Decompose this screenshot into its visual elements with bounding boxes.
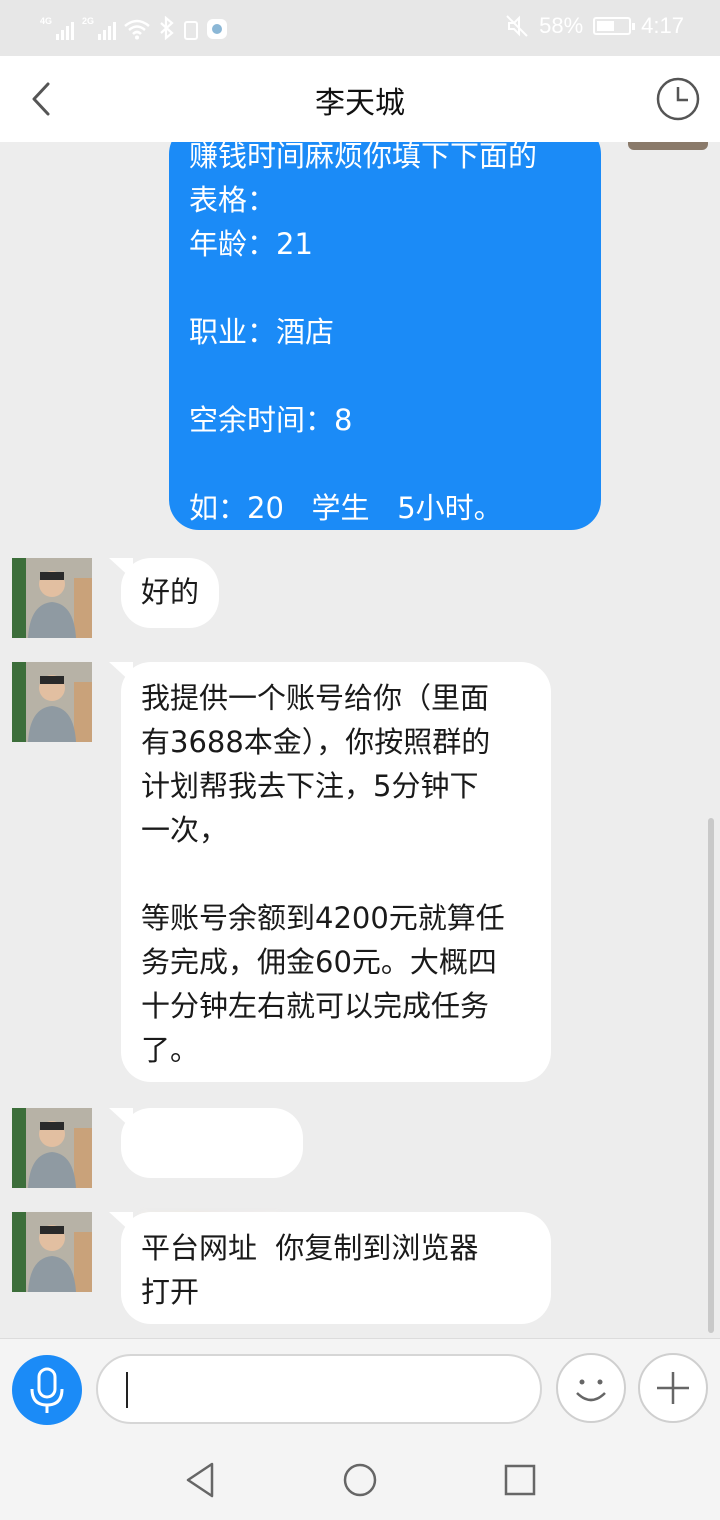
system-nav-bar	[0, 1440, 720, 1520]
avatar-photo-icon	[12, 1212, 92, 1292]
incoming-message-bubble[interactable]: 好的	[109, 558, 219, 628]
voice-button[interactable]	[12, 1355, 82, 1425]
contact-avatar[interactable]	[12, 1212, 92, 1292]
clock-icon[interactable]	[655, 76, 701, 122]
bluetooth-icon	[160, 16, 174, 40]
status-right: 58% 4:17	[505, 13, 684, 39]
plus-icon	[657, 1372, 689, 1404]
clock-time: 4:17	[641, 13, 684, 38]
incoming-link-bubble[interactable]: cc	[109, 1108, 303, 1292]
incoming-message-bubble[interactable]: 我提供一个账号给你（里面 有3688本金），你按照群的 计划帮我去下注，5分钟下…	[109, 662, 551, 1082]
signal-icon: 4G	[40, 16, 74, 40]
nav-home-icon[interactable]	[340, 1460, 380, 1500]
chevron-left-icon[interactable]	[20, 76, 66, 122]
chat-scrollbar[interactable]	[708, 818, 714, 1333]
chat-area[interactable]: 赚钱时间麻烦你填下下面的 表格： 年龄：21 职业：酒店 空余时间：8 如：20…	[0, 142, 720, 1338]
outgoing-message-bubble[interactable]: 赚钱时间麻烦你填下下面的 表格： 年龄：21 职业：酒店 空余时间：8 如：20…	[169, 142, 601, 530]
more-button[interactable]	[638, 1353, 708, 1423]
emoji-button[interactable]	[556, 1353, 626, 1423]
smiley-icon	[576, 1379, 606, 1402]
nav-back-icon[interactable]	[180, 1460, 220, 1500]
mute-icon	[506, 15, 528, 37]
sim-icon	[184, 21, 198, 40]
chat-header: 李天城	[0, 56, 720, 142]
contact-avatar[interactable]	[12, 1108, 92, 1188]
signal-icon-2: 2G	[82, 16, 116, 40]
microphone-icon	[30, 1367, 64, 1413]
contact-avatar[interactable]	[12, 558, 92, 638]
status-left: 4G 2G	[40, 14, 228, 40]
avatar-photo-icon	[12, 1108, 92, 1188]
avatar-photo-icon	[12, 558, 92, 638]
input-bar	[0, 1338, 720, 1441]
app-notification-icon	[207, 19, 227, 39]
incoming-message-bubble[interactable]: 平台网址 你复制到浏览器 打开	[109, 1212, 551, 1324]
self-avatar[interactable]	[628, 142, 708, 150]
network-type-2: 2G	[82, 16, 95, 26]
wifi-icon	[124, 19, 150, 40]
contact-avatar[interactable]	[12, 662, 92, 742]
battery-percent: 58%	[539, 13, 584, 38]
message-input[interactable]	[96, 1354, 542, 1424]
page-title: 李天城	[315, 86, 405, 121]
text-caret	[126, 1372, 128, 1408]
battery-icon	[593, 17, 636, 35]
status-bar: 4G 2G 58% 4:17	[0, 0, 720, 56]
avatar-photo-icon	[12, 662, 92, 742]
network-type-1: 4G	[40, 16, 53, 26]
nav-recents-icon[interactable]	[500, 1460, 540, 1500]
